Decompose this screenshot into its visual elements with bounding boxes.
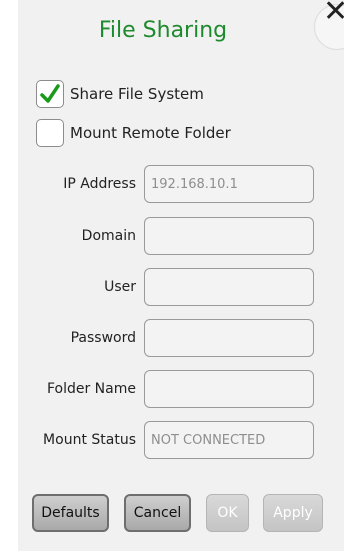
apply-button[interactable]: Apply bbox=[263, 494, 323, 532]
password-input[interactable] bbox=[144, 319, 314, 357]
file-sharing-dialog: File Sharing ✕ Share File System Mount R… bbox=[18, 0, 344, 551]
close-icon[interactable]: ✕ bbox=[323, 0, 344, 27]
folder-name-input[interactable] bbox=[144, 370, 314, 408]
mount-remote-folder-label: Mount Remote Folder bbox=[70, 124, 231, 142]
ip-address-input[interactable] bbox=[144, 165, 314, 203]
ip-address-label: IP Address bbox=[63, 176, 136, 192]
cancel-button[interactable]: Cancel bbox=[124, 494, 191, 532]
mount-status-field bbox=[144, 421, 314, 459]
share-file-system-label: Share File System bbox=[70, 85, 204, 103]
ok-button[interactable]: OK bbox=[206, 494, 249, 532]
share-file-system-checkbox[interactable] bbox=[36, 80, 64, 108]
user-input[interactable] bbox=[144, 268, 314, 306]
password-label: Password bbox=[70, 330, 136, 346]
checkmark-icon bbox=[40, 84, 60, 103]
domain-label: Domain bbox=[81, 228, 136, 244]
user-label: User bbox=[104, 279, 136, 295]
mount-status-label: Mount Status bbox=[43, 432, 136, 448]
defaults-button[interactable]: Defaults bbox=[32, 494, 109, 532]
folder-name-label: Folder Name bbox=[46, 381, 136, 397]
dialog-title: File Sharing bbox=[98, 18, 228, 43]
mount-remote-folder-option[interactable]: Mount Remote Folder bbox=[36, 118, 231, 148]
domain-input[interactable] bbox=[144, 217, 314, 255]
mount-remote-folder-checkbox[interactable] bbox=[36, 119, 64, 147]
share-file-system-option[interactable]: Share File System bbox=[36, 79, 204, 109]
